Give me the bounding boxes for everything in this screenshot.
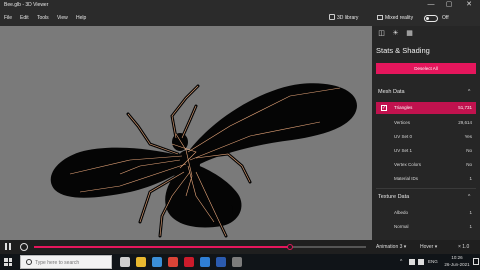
search-icon [26,259,32,265]
timeline-slider[interactable] [34,244,366,250]
speed-select[interactable]: × 1.0 [458,242,469,252]
clock-date: 26-Jun-2021 [444,261,470,267]
stats-shading-panel: ◫ ☀ ▦ Stats & Shading Deselect All Mesh … [372,26,480,240]
menu-file[interactable]: File [4,13,12,23]
mixed-reality-label: Mixed reality [385,15,414,21]
row-value: No [466,148,472,153]
section-divider [376,188,476,189]
row-label: Vertices [394,120,411,125]
cube-icon [329,14,335,20]
network-icon[interactable] [409,259,415,265]
row-uv-set-1[interactable]: UV Set 1 No [376,145,476,157]
grid-icon[interactable]: ▦ [406,30,413,37]
clock[interactable]: 10:26 26-Jun-2021 [442,255,472,268]
pause-bar-right [9,243,11,250]
checkbox-triangles[interactable]: ✓ [381,105,387,111]
timeline-thumb[interactable] [286,244,293,250]
texture-data-header[interactable]: Texture Data [378,193,409,201]
toggle-knob [426,17,429,20]
row-value: 1 [469,176,472,181]
toggle-state-label: Off [442,15,449,21]
notification-icon[interactable] [473,258,479,265]
row-normal[interactable]: Normal 1 [376,221,476,233]
row-uv-set-0[interactable]: UV Set 0 Yes [376,131,476,143]
3d-library-button[interactable]: 3D library [329,13,358,23]
row-vertex-colors[interactable]: Vertex Colors No [376,159,476,171]
headset-icon [377,15,383,20]
menu-tools[interactable]: Tools [37,13,49,23]
search-input[interactable] [35,257,109,268]
3d-viewport[interactable] [0,26,372,240]
row-value: 29,614 [458,120,472,125]
mesh-data-header[interactable]: Mesh Data [378,88,405,96]
menu-view[interactable]: View [57,13,68,23]
animation-player-bar: Animation 3 ▾ Hover ▾ × 1.0 [0,240,480,254]
row-value: Yes [464,134,472,139]
chrome-icon[interactable] [168,257,178,267]
row-label: Material IDs [394,176,419,181]
windows-start-icon[interactable] [4,258,12,266]
edge-icon[interactable] [152,257,162,267]
tray-chevron-icon[interactable]: ^ [400,257,402,267]
animation-select[interactable]: Animation 3 ▾ [376,242,406,252]
row-value: No [466,162,472,167]
windows-taskbar: ^ ENG 10:26 26-Jun-2021 [0,254,480,270]
volume-icon[interactable] [418,259,424,265]
bee-model[interactable] [0,26,372,240]
row-label: Albedo [394,210,409,215]
minimize-button[interactable]: — [424,0,438,10]
deselect-all-button[interactable]: Deselect All [376,63,476,74]
row-material-ids[interactable]: Material IDs 1 [376,173,476,185]
title-bar: Bee.glb - 3D Viewer — ▢ ✕ [0,0,480,10]
language-indicator[interactable]: ENG [428,257,438,267]
close-button[interactable]: ✕ [462,0,476,10]
panel-title: Stats & Shading [376,46,430,55]
right-wing [188,83,357,164]
row-label: Normal [394,224,409,229]
row-label: UV Set 1 [394,148,413,153]
timeline-progress [34,246,290,248]
row-value: 1 [469,210,472,215]
row-label: Vertex Colors [394,162,422,167]
pause-bar-left [5,243,7,250]
3d-viewer-icon[interactable] [232,257,242,267]
3d-viewer-window: Bee.glb - 3D Viewer — ▢ ✕ File Edit Tool… [0,0,480,270]
word-icon[interactable] [216,257,226,267]
menu-bar: File Edit Tools View Help 3D library Mix… [0,10,480,26]
loop-icon[interactable] [20,243,28,251]
mixed-reality-button[interactable]: Mixed reality [377,13,413,23]
file-explorer-icon[interactable] [136,257,146,267]
taskbar-search[interactable] [20,255,112,269]
row-triangles[interactable]: ✓ Triangles 51,731 [376,102,476,114]
sun-icon[interactable]: ☀ [392,30,399,37]
mixed-reality-toggle[interactable] [424,15,438,22]
row-label: Triangles [394,105,413,110]
3d-library-label: 3D library [337,15,359,21]
row-albedo[interactable]: Albedo 1 [376,207,476,219]
opera-icon[interactable] [184,257,194,267]
pause-button[interactable] [5,243,12,251]
menu-edit[interactable]: Edit [20,13,29,23]
row-vertices[interactable]: Vertices 29,614 [376,117,476,129]
mail-icon[interactable] [200,257,210,267]
cube-icon[interactable]: ◫ [378,30,385,37]
chevron-up-icon[interactable]: ^ [468,88,470,96]
row-label: UV Set 0 [394,134,413,139]
chevron-up-icon[interactable]: ^ [468,193,470,201]
row-value: 51,731 [458,105,472,110]
row-value: 1 [469,224,472,229]
menu-help[interactable]: Help [76,13,86,23]
mode-select[interactable]: Hover ▾ [420,242,437,252]
window-title: Bee.glb - 3D Viewer [4,2,49,8]
task-view-icon[interactable] [120,257,130,267]
maximize-button[interactable]: ▢ [442,0,456,10]
